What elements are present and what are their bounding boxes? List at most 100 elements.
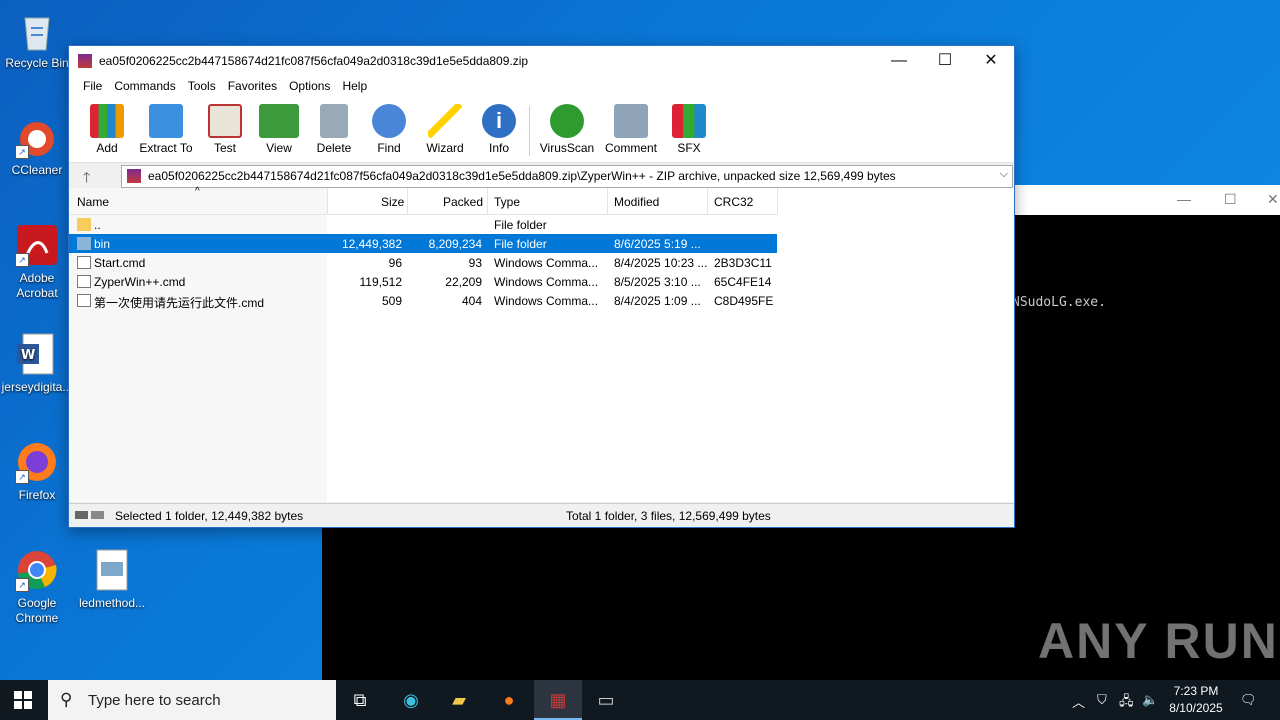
comment-button[interactable]: Comment (601, 104, 661, 155)
winrar-taskbar-icon[interactable]: ▦ (534, 680, 582, 720)
file-modified: 8/4/2025 1:09 ... (614, 294, 701, 308)
maximize-button[interactable]: ☐ (922, 46, 968, 76)
firefox-taskbar-icon[interactable]: ● (485, 680, 533, 720)
menu-file[interactable]: File (77, 76, 108, 96)
minimize-icon[interactable]: — (1177, 191, 1191, 207)
sfx-button[interactable]: SFX (661, 104, 717, 155)
column-name[interactable]: Name (77, 195, 109, 209)
sfx-box-icon (672, 104, 706, 138)
desktop-icon-ccleaner[interactable]: ↗ CCleaner (1, 115, 73, 178)
console-taskbar-icon[interactable]: ▭ (582, 680, 630, 720)
clock-date: 8/10/2025 (1169, 701, 1223, 715)
volume-icon[interactable]: 🔈 (1142, 692, 1158, 708)
desktop-icon-google-chrome[interactable]: ↗ Google Chrome (1, 548, 73, 626)
desktop-icon-image-file[interactable]: ledmethod... (76, 548, 148, 611)
file-modified: 8/4/2025 10:23 ... (614, 256, 708, 270)
file-type: Windows Comma... (494, 256, 599, 270)
virusscan-label: VirusScan (539, 141, 595, 155)
find-button[interactable]: Find (361, 104, 417, 155)
file-size: 12,449,382 (341, 237, 402, 251)
table-row[interactable]: Start.cmd 96 93 Windows Comma... 8/4/202… (69, 253, 777, 272)
column-divider (707, 188, 708, 214)
maximize-icon[interactable]: ☐ (1224, 191, 1237, 208)
table-row[interactable]: ZyperWin++.cmd 119,512 22,209 Windows Co… (69, 272, 777, 291)
desktop-icon-recycle-bin[interactable]: Recycle Bin (1, 8, 73, 71)
cmd-file-icon (77, 275, 91, 288)
column-packed[interactable]: Packed (443, 195, 483, 209)
file-name: .. (94, 218, 101, 232)
file-name: bin (94, 237, 111, 251)
word-document-icon: W (15, 332, 59, 376)
extract-to-button[interactable]: Extract To (136, 104, 196, 155)
table-row[interactable]: 第一次使用请先运行此文件.cmd 509 404 Windows Comma..… (69, 291, 777, 310)
desktop-icon-label: Google Chrome (15, 596, 59, 625)
test-button[interactable]: Test (197, 104, 253, 155)
menu-tools[interactable]: Tools (182, 76, 222, 96)
file-packed: 22,209 (445, 275, 482, 289)
info-button[interactable]: i Info (471, 104, 527, 155)
view-label: View (266, 141, 292, 155)
search-placeholder: Type here to search (88, 692, 221, 709)
close-icon[interactable]: ✕ (1267, 191, 1279, 208)
file-list[interactable]: Name ^ Size Packed Type Modified CRC32 .… (69, 186, 1014, 502)
file-name: Start.cmd (94, 256, 146, 270)
desktop-icon-adobe-acrobat[interactable]: ↗ Adobe Acrobat (1, 223, 73, 301)
search-icon: ⚲ (60, 690, 73, 709)
ccleaner-icon: ↗ (15, 115, 59, 159)
network-icon[interactable]: 🖧 (1119, 692, 1134, 714)
path-text: ea05f0206225cc2b447158674d21fc087f56cfa0… (148, 169, 896, 183)
firefox-icon: ↗ (15, 440, 59, 484)
column-type[interactable]: Type (494, 195, 520, 209)
desktop-icon-word-document[interactable]: W jerseydigita... (1, 332, 73, 395)
wizard-button[interactable]: Wizard (417, 104, 473, 155)
column-divider (607, 188, 608, 214)
desktop-icon-label: jerseydigita... (1, 380, 73, 394)
sfx-label: SFX (677, 141, 701, 155)
minimize-button[interactable]: — (876, 46, 922, 76)
clock[interactable]: 7:23 PM 8/10/2025 (1162, 683, 1230, 717)
svg-text:W: W (21, 348, 35, 363)
path-field[interactable]: ea05f0206225cc2b447158674d21fc087f56cfa0… (121, 165, 1013, 188)
file-explorer-icon[interactable]: ▰ (435, 680, 483, 720)
column-size[interactable]: Size (381, 195, 404, 209)
table-row[interactable]: bin 12,449,382 8,209,234 File folder 8/6… (69, 234, 777, 253)
menu-help[interactable]: Help (336, 76, 373, 96)
search-box[interactable]: ⚲ Type here to search (48, 680, 336, 720)
add-button[interactable]: Add (79, 104, 135, 155)
menu-favorites[interactable]: Favorites (222, 76, 283, 96)
close-button[interactable]: ✕ (968, 46, 1014, 76)
chevron-down-icon[interactable]: ⌵ (1000, 168, 1008, 181)
file-modified: 8/6/2025 5:19 ... (614, 237, 701, 251)
menu-commands[interactable]: Commands (108, 76, 181, 96)
table-row[interactable]: .. File folder (69, 215, 777, 234)
winrar-window[interactable]: ea05f0206225cc2b447158674d21fc087f56cfa0… (68, 45, 1015, 528)
column-divider (487, 188, 488, 214)
status-selected: Selected 1 folder, 12,449,382 bytes (115, 509, 304, 523)
menu-bar: File Commands Tools Favorites Options Help (69, 76, 1014, 98)
column-divider (777, 188, 778, 214)
column-modified[interactable]: Modified (614, 195, 659, 209)
desktop-icon-label: Firefox (18, 488, 56, 502)
file-type: Windows Comma... (494, 275, 599, 289)
task-view-icon[interactable]: ⧉ (336, 680, 384, 720)
delete-button[interactable]: Delete (306, 104, 362, 155)
notification-icon[interactable]: 🗨 (1240, 692, 1257, 708)
test-clipboard-icon (208, 104, 242, 138)
file-type: File folder (494, 218, 547, 232)
edge-icon[interactable]: ◉ (387, 680, 435, 720)
folder-icon (77, 218, 91, 231)
chevron-up-icon[interactable]: ︿ (1072, 692, 1085, 711)
menu-options[interactable]: Options (283, 76, 336, 96)
archive-icon (127, 169, 141, 183)
windows-start-icon[interactable] (14, 691, 32, 709)
status-total: Total 1 folder, 3 files, 12,569,499 byte… (566, 509, 771, 523)
shortcut-arrow-icon: ↗ (15, 578, 29, 592)
shortcut-arrow-icon: ↗ (15, 253, 29, 267)
security-icon[interactable]: ⛉ (1097, 692, 1107, 708)
virusscan-button[interactable]: VirusScan (537, 104, 597, 155)
file-size: 509 (381, 294, 402, 308)
window-title: ea05f0206225cc2b447158674d21fc087f56cfa0… (99, 54, 529, 68)
view-button[interactable]: View (251, 104, 307, 155)
column-crc32[interactable]: CRC32 (714, 195, 753, 209)
desktop-icon-firefox[interactable]: ↗ Firefox (1, 440, 73, 503)
